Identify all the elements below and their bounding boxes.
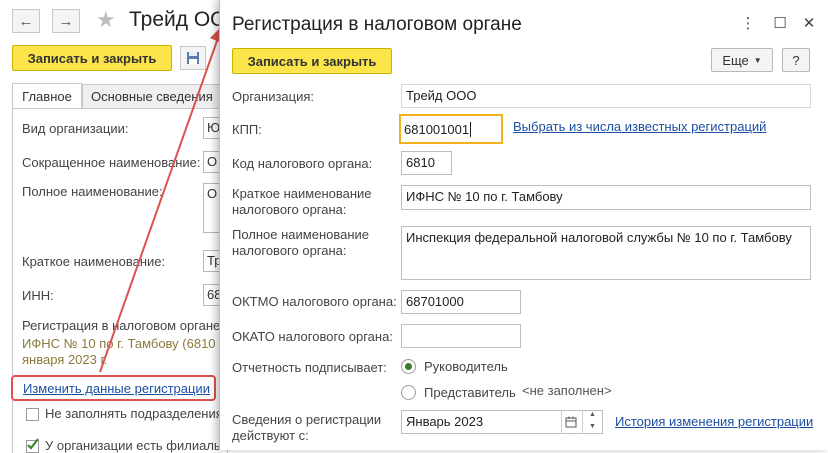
tax-code-input[interactable]: 6810 — [401, 151, 452, 175]
valid-from-value: Январь 2023 — [406, 414, 484, 429]
tax-code-label: Код налогового органа: — [232, 156, 373, 171]
registration-dialog: Регистрация в налоговом органе ⋮ ☐ ✕ Зап… — [219, 0, 828, 450]
chevron-down-icon: ▼ — [753, 55, 762, 65]
oktmo-input[interactable]: 68701000 — [401, 290, 521, 314]
maximize-icon[interactable]: ☐ — [772, 14, 788, 32]
signer-director-radio[interactable] — [401, 359, 416, 374]
dialog-save-close-button[interactable]: Записать и закрыть — [232, 48, 392, 74]
organization-label: Организация: — [232, 89, 315, 104]
valid-from-label: Сведения о регистрации действуют с: — [232, 412, 382, 443]
calendar-icon — [565, 416, 577, 428]
help-button[interactable]: ? — [782, 48, 810, 72]
short-tax-name-input[interactable]: ИФНС № 10 по г. Тамбову — [401, 185, 811, 210]
registration-history-link[interactable]: История изменения регистрации — [615, 414, 813, 429]
kpp-label: КПП: — [232, 122, 262, 137]
step-up-icon[interactable]: ▲ — [589, 411, 596, 418]
choose-known-registration-link[interactable]: Выбрать из числа известных регистраций — [513, 119, 766, 134]
signer-director-label: Руководитель — [424, 359, 508, 374]
step-down-icon[interactable]: ▼ — [589, 423, 596, 430]
full-tax-name-label: Полное наименование налогового органа: — [232, 227, 370, 258]
kpp-value: 681001001 — [404, 122, 470, 137]
okato-input[interactable] — [401, 324, 521, 348]
signer-representative-label: Представитель — [424, 385, 516, 400]
signer-label: Отчетность подписывает: — [232, 360, 387, 375]
dialog-title: Регистрация в налоговом органе — [232, 14, 522, 35]
representative-value[interactable]: <не заполнен> — [522, 383, 612, 399]
more-menu-icon[interactable]: ⋮ — [740, 14, 756, 32]
more-button-label: Еще — [722, 52, 749, 68]
short-tax-name-label: Краткое наименование налогового органа: — [232, 186, 372, 217]
okato-label: ОКАТО налогового органа: — [232, 329, 393, 344]
organization-field[interactable]: Трейд ООО — [401, 84, 811, 108]
oktmo-label: ОКТМО налогового органа: — [232, 294, 397, 309]
full-tax-name-input[interactable]: Инспекция федеральной налоговой службы №… — [401, 226, 811, 280]
signer-representative-radio[interactable] — [401, 385, 416, 400]
more-button[interactable]: Еще ▼ — [711, 48, 773, 72]
calendar-button[interactable] — [561, 410, 580, 434]
kpp-input[interactable]: 681001001 — [399, 114, 503, 144]
period-stepper[interactable]: ▲ ▼ — [582, 410, 603, 434]
close-icon[interactable]: ✕ — [801, 14, 817, 32]
